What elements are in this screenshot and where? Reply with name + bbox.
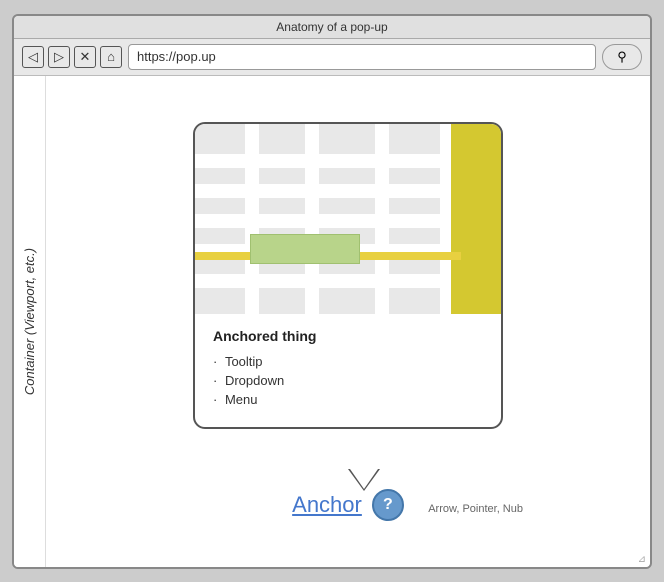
popup-arrow <box>348 469 380 491</box>
main-content: Anchored thing Tooltip Dropdown Menu <box>46 76 650 567</box>
popup-body: Anchored thing Tooltip Dropdown Menu <box>195 314 501 427</box>
content-area: Container (Viewport, etc.) <box>14 76 650 567</box>
window-title: Anatomy of a pop-up <box>276 20 387 34</box>
toolbar: ◁ ▷ ✕ ⌂ ⚲ <box>14 39 650 76</box>
help-icon: ? <box>383 496 393 514</box>
arrow-label: Arrow, Pointer, Nub <box>428 503 523 515</box>
back-button[interactable]: ◁ <box>22 46 44 68</box>
popup-arrow-inner <box>350 469 378 489</box>
list-item: Tooltip <box>213 352 483 371</box>
popup-container: Anchored thing Tooltip Dropdown Menu <box>193 122 503 429</box>
anchor-row: Anchor ? <box>292 489 404 521</box>
sidebar-label-container: Container (Viewport, etc.) <box>14 76 46 567</box>
list-item: Dropdown <box>213 371 483 390</box>
anchored-thing-label: Anchored thing <box>213 328 483 344</box>
title-bar: Anatomy of a pop-up <box>14 16 650 39</box>
close-button[interactable]: ✕ <box>74 46 96 68</box>
help-button[interactable]: ? <box>372 489 404 521</box>
forward-button[interactable]: ▷ <box>48 46 70 68</box>
popup-list: Tooltip Dropdown Menu <box>213 352 483 409</box>
anchor-link[interactable]: Anchor <box>292 492 362 518</box>
list-item: Menu <box>213 390 483 409</box>
nav-buttons: ◁ ▷ ✕ ⌂ <box>22 46 122 68</box>
search-button[interactable]: ⚲ <box>602 44 642 70</box>
sidebar-text: Container (Viewport, etc.) <box>22 247 37 394</box>
search-icon: ⚲ <box>617 49 627 65</box>
browser-window: Anatomy of a pop-up ◁ ▷ ✕ ⌂ ⚲ Container … <box>12 14 652 569</box>
resize-handle[interactable]: ⊿ <box>638 554 646 565</box>
map-area <box>195 124 501 314</box>
popup-arrow-container <box>348 469 380 491</box>
address-bar[interactable] <box>128 44 596 70</box>
home-button[interactable]: ⌂ <box>100 46 122 68</box>
